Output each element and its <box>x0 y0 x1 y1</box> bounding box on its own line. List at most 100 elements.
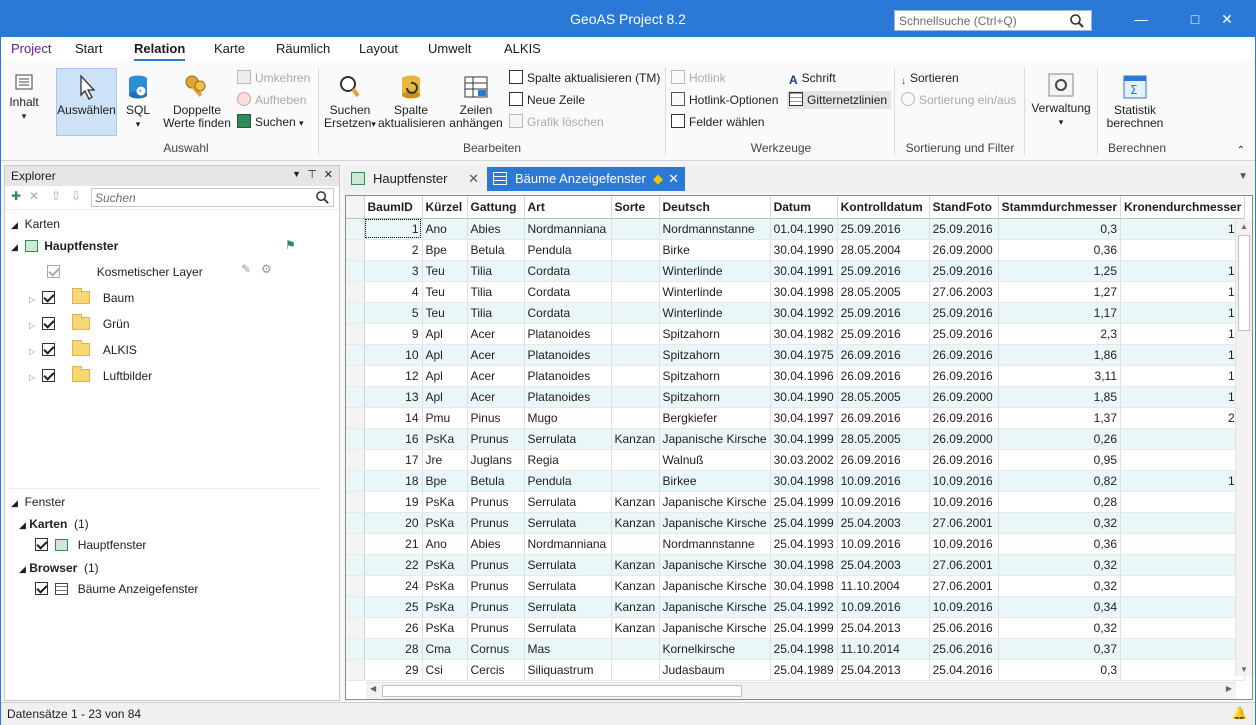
table-cell[interactable]: 11.10.2004 <box>837 575 930 597</box>
zeilen-anhaengen-button[interactable]: Zeilen anhängen <box>448 73 504 130</box>
explorer-search-input[interactable]: Suchen <box>91 188 334 207</box>
row-header[interactable] <box>346 386 365 408</box>
tree-karten[interactable]: ◢ Karten <box>11 214 60 234</box>
minimize-button[interactable]: — <box>1131 9 1151 29</box>
column-header[interactable]: Kürzel <box>422 196 468 219</box>
table-cell[interactable]: 01.04.1990 <box>770 218 838 240</box>
table-row[interactable]: 25 PsKa Prunus Serrulata Kanzan Japanische Ki… <box>346 596 1246 618</box>
column-header[interactable]: Deutsch <box>659 196 771 219</box>
table-cell[interactable]: Serrulata <box>524 575 612 597</box>
table-row[interactable]: 1 Ano Abies Nordmanniana Nordmannstanne 01.04… <box>346 218 1246 240</box>
column-header[interactable]: Datum <box>770 196 838 219</box>
table-cell[interactable]: Cma <box>422 638 468 660</box>
table-cell[interactable]: 26.09.2016 <box>837 344 930 366</box>
table-cell[interactable]: 3 <box>364 260 423 282</box>
table-cell[interactable]: 26.09.2016 <box>929 365 999 387</box>
table-cell[interactable]: Japanische Kirsche <box>659 575 771 597</box>
table-cell[interactable]: Apl <box>422 323 468 345</box>
table-cell[interactable]: Winterlinde <box>659 302 771 324</box>
table-cell[interactable]: 10 <box>1120 281 1246 303</box>
table-cell[interactable]: 30.04.1991 <box>770 260 838 282</box>
table-cell[interactable]: 0,28 <box>998 491 1122 513</box>
table-cell[interactable]: Nordmannstanne <box>659 533 771 555</box>
table-row[interactable]: 14 Pmu Pinus Mugo Bergkiefer 30.04.1997 26.09.… <box>346 407 1246 429</box>
sortierung-toggle[interactable]: Sortierung ein/aus <box>901 91 1016 109</box>
table-cell[interactable]: Serrulata <box>524 512 612 534</box>
table-cell[interactable]: 22 <box>364 554 423 576</box>
hotlink-button[interactable]: Hotlink <box>671 69 726 87</box>
table-cell[interactable]: Acer <box>467 344 525 366</box>
table-cell[interactable]: 26.09.2000 <box>929 239 999 261</box>
table-cell[interactable]: 28.05.2004 <box>837 239 930 261</box>
table-cell[interactable] <box>611 449 660 471</box>
row-header[interactable] <box>346 302 365 324</box>
table-cell[interactable]: 25.09.2016 <box>837 302 930 324</box>
table-cell[interactable]: 18 <box>364 470 423 492</box>
table-cell[interactable]: Betula <box>467 470 525 492</box>
table-cell[interactable]: Serrulata <box>524 554 612 576</box>
table-cell[interactable]: Regia <box>524 449 612 471</box>
table-cell[interactable]: Winterlinde <box>659 281 771 303</box>
table-cell[interactable]: 21 <box>364 533 423 555</box>
quick-search-input[interactable]: Schnellsuche (Ctrl+Q) <box>894 10 1092 31</box>
sortieren-button[interactable]: ↓ Sortieren <box>901 69 959 87</box>
tree-hauptfenster[interactable]: ◢ Hauptfenster <box>11 236 118 256</box>
table-row[interactable]: 17 Jre Juglans Regia Walnuß 30.03.2002 26.09.2… <box>346 449 1246 471</box>
table-cell[interactable]: 27.06.2001 <box>929 575 999 597</box>
window-checkbox[interactable] <box>35 582 48 595</box>
table-cell[interactable]: 30.04.1975 <box>770 344 838 366</box>
table-cell[interactable]: Kanzan <box>611 617 660 639</box>
table-cell[interactable]: Pendula <box>524 239 612 261</box>
column-header[interactable]: Gattung <box>467 196 525 219</box>
statistik-button[interactable]: Σ Statistik berechnen <box>1103 73 1167 130</box>
table-cell[interactable]: Kanzan <box>611 428 660 450</box>
close-button[interactable]: ✕ <box>1217 9 1237 29</box>
table-cell[interactable]: 29 <box>364 659 423 681</box>
table-cell[interactable]: 30.04.1982 <box>770 323 838 345</box>
aufheben-button[interactable]: Aufheben <box>237 91 306 109</box>
column-header[interactable]: Kontrolldatum <box>837 196 930 219</box>
table-cell[interactable]: 10.09.2016 <box>837 491 930 513</box>
table-cell[interactable]: 30.04.1998 <box>770 575 838 597</box>
table-cell[interactable]: 17 <box>364 449 423 471</box>
table-cell[interactable]: 10.09.2016 <box>837 470 930 492</box>
table-cell[interactable]: Jre <box>422 449 468 471</box>
table-cell[interactable]: 3,11 <box>998 365 1122 387</box>
table-cell[interactable] <box>611 344 660 366</box>
doppelte-werte-button[interactable]: Doppelte Werte finden <box>159 73 235 130</box>
edit-icon[interactable]: ✎ <box>241 262 251 276</box>
layer-settings-icon[interactable]: ⚙ <box>261 262 272 276</box>
row-header[interactable] <box>346 554 365 576</box>
table-cell[interactable]: 0,82 <box>998 470 1122 492</box>
horizontal-scrollbar[interactable]: ◀ ▶ <box>366 682 1236 699</box>
table-cell[interactable]: 1 <box>364 218 423 240</box>
table-cell[interactable]: 15 <box>1120 365 1246 387</box>
row-header[interactable] <box>346 575 365 597</box>
table-cell[interactable]: 1 <box>1120 533 1246 555</box>
table-cell[interactable]: Japanische Kirsche <box>659 596 771 618</box>
table-cell[interactable]: Serrulata <box>524 596 612 618</box>
umkehren-button[interactable]: Umkehren <box>237 69 310 87</box>
table-cell[interactable]: Spitzahorn <box>659 323 771 345</box>
table-cell[interactable] <box>611 218 660 240</box>
table-cell[interactable]: 25.09.2016 <box>929 323 999 345</box>
table-cell[interactable]: Acer <box>467 386 525 408</box>
table-cell[interactable]: 10.09.2016 <box>837 596 930 618</box>
table-cell[interactable]: 10 <box>364 344 423 366</box>
table-cell[interactable] <box>611 407 660 429</box>
column-header[interactable]: BaumID <box>364 196 423 219</box>
menu-alkis[interactable]: ALKIS <box>504 41 541 56</box>
table-cell[interactable]: 12 <box>1120 323 1246 345</box>
table-cell[interactable]: 27.06.2001 <box>929 554 999 576</box>
table-cell[interactable]: Japanische Kirsche <box>659 554 771 576</box>
menu-raeumlich[interactable]: Räumlich <box>276 41 330 56</box>
vertical-scrollbar[interactable]: ▲ ▼ <box>1235 220 1252 676</box>
table-cell[interactable]: Juglans <box>467 449 525 471</box>
collapse-ribbon-icon[interactable]: ⌃ <box>1237 145 1245 156</box>
menu-umwelt[interactable]: Umwelt <box>428 41 471 56</box>
table-row[interactable]: 29 Csi Cercis Siliquastrum Judasbaum 25.04.19… <box>346 659 1246 681</box>
table-cell[interactable]: Mugo <box>524 407 612 429</box>
table-cell[interactable]: 30.04.1992 <box>770 302 838 324</box>
table-cell[interactable]: Tilia <box>467 260 525 282</box>
table-cell[interactable]: 26.09.2016 <box>837 365 930 387</box>
